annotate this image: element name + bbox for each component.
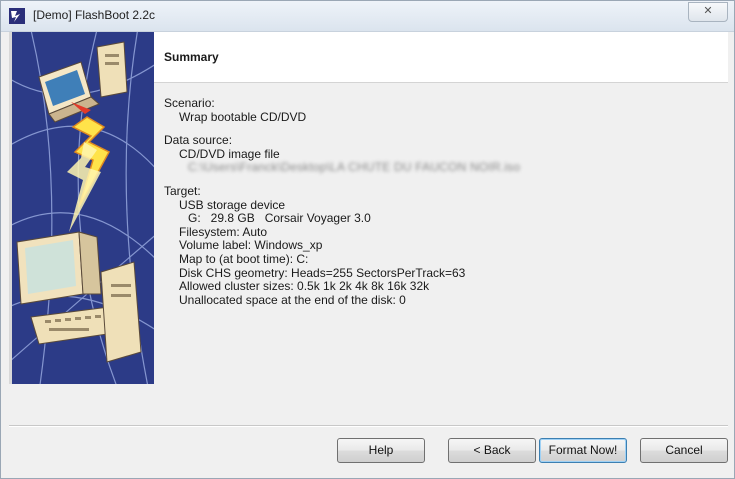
wizard-banner-image [9, 32, 154, 384]
close-button[interactable]: ✕ [688, 2, 728, 22]
volume-label-info: Volume label: Windows_xp [179, 238, 323, 253]
summary-details: Scenario: Wrap bootable CD/DVD Data sour… [164, 96, 724, 307]
wizard-content-panel: Summary Scenario: Wrap bootable CD/DVD D… [154, 32, 728, 425]
data-source-label: Data source: [164, 133, 233, 148]
cancel-button[interactable]: Cancel [640, 438, 728, 463]
chs-geometry-info: Disk CHS geometry: Heads=255 SectorsPerT… [179, 265, 466, 280]
target-label: Target: [164, 183, 201, 198]
format-now-button[interactable]: Format Now! [539, 438, 627, 463]
filesystem-info: Filesystem: Auto [179, 224, 268, 239]
wizard-client-area: Summary Scenario: Wrap bootable CD/DVD D… [9, 32, 728, 472]
scenario-label: Scenario: [164, 96, 215, 110]
target-drive: G: 29.8 GB Corsair Voyager 3.0 [188, 211, 371, 226]
target-device: USB storage device [179, 197, 286, 212]
map-to-info: Map to (at boot time): C: [179, 251, 309, 266]
computers-illustration [9, 32, 154, 384]
flashboot-app-icon [9, 8, 25, 24]
help-button[interactable]: Help [337, 438, 425, 463]
unallocated-space-info: Unallocated space at the end of the disk… [179, 292, 406, 307]
scenario-value: Wrap bootable CD/DVD [179, 109, 307, 124]
tower-illustration [96, 41, 128, 98]
data-source-value: CD/DVD image file [179, 146, 280, 161]
button-separator [9, 425, 728, 427]
window-title: [Demo] FlashBoot 2.2c [33, 8, 156, 22]
back-button[interactable]: < Back [448, 438, 536, 463]
cluster-sizes-info: Allowed cluster sizes: 0.5k 1k 2k 4k 8k … [179, 279, 430, 294]
title-bar[interactable]: [Demo] FlashBoot 2.2c ✕ [1, 1, 734, 32]
page-title: Summary [164, 50, 219, 64]
flashboot-window: [Demo] FlashBoot 2.2c ✕ Summary Scenario… [0, 0, 735, 479]
close-icon: ✕ [703, 5, 713, 17]
wizard-header: Summary [154, 32, 728, 83]
data-source-path: C:\Users\Franck\Desktop\LA CHUTE DU FAUC… [188, 160, 521, 175]
